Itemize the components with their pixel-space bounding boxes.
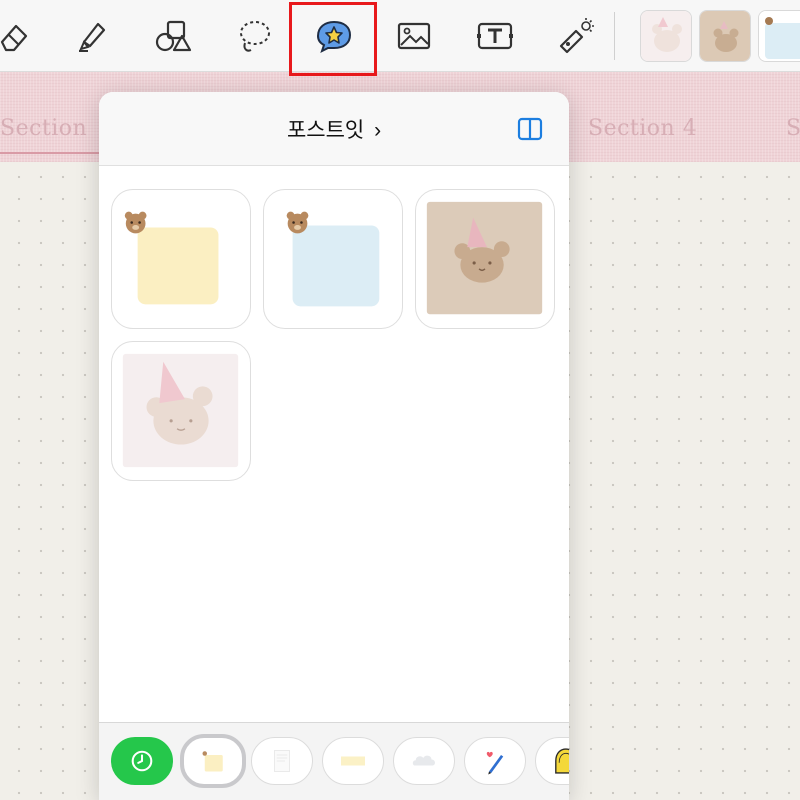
sticker-popover: 포스트잇 › [99,92,569,800]
sticker-bear-party-pink[interactable] [111,341,251,481]
paper-category-button[interactable] [251,737,313,785]
bear-sticker-icon [641,11,691,61]
cloud-category-button[interactable] [393,737,455,785]
section-tab-4[interactable]: Section 4 [588,116,697,141]
split-view-button[interactable] [517,116,543,142]
split-view-icon [517,117,543,141]
paper-icon [274,750,290,772]
shapes-tool[interactable] [148,12,196,60]
sticker-category-bar [99,722,569,800]
tape-category-button[interactable] [322,737,384,785]
note-sticker-icon [759,11,800,61]
popover-header: 포스트잇 › [99,92,569,166]
toolbar [0,0,800,76]
tape-icon [341,756,365,766]
section-tab-5[interactable]: S [786,116,800,141]
clock-icon [131,750,153,772]
eraser-tool[interactable] [0,12,42,60]
postit-category-button[interactable] [180,734,246,788]
category-title: 포스트잇 [286,119,365,142]
yellow-note-bear-sticker [124,211,219,305]
badge-category-button[interactable] [535,737,569,785]
pen-icon [486,751,504,775]
laser-pointer-tool[interactable] [552,12,600,60]
sticker-blue-note-bear[interactable] [263,189,403,329]
lasso-tool[interactable] [229,12,277,60]
image-icon [397,22,431,50]
highlighter-icon [79,22,106,52]
toolbar-divider [614,12,615,60]
recent-category-button[interactable] [111,737,173,785]
section-tab-label[interactable]: Section [0,116,87,141]
text-tool[interactable] [471,12,519,60]
sticker-bear-party-beige[interactable] [415,189,555,329]
highlighter-tool[interactable] [68,12,116,60]
lasso-icon [240,21,270,52]
badge-icon [555,748,569,774]
blue-note-bear-sticker [286,211,380,307]
shapes-icon [155,20,192,52]
recent-sticker-bear-beige[interactable] [699,10,751,62]
category-title-button[interactable]: 포스트잇 › [99,114,569,144]
cloud-icon [412,755,435,766]
bear-party-beige-sticker [426,201,543,315]
bear-sticker-icon [700,11,750,61]
recent-sticker-blue-note[interactable] [758,10,800,62]
image-tool[interactable] [390,12,438,60]
section-active-underline [0,152,100,154]
recent-sticker-bear-pink[interactable] [640,10,692,62]
eraser-icon [0,24,28,52]
selected-tool-highlight [289,2,377,76]
sticker-yellow-note-bear[interactable] [111,189,251,329]
bear-party-pink-sticker [122,353,239,468]
chevron-right-icon: › [374,119,382,142]
laser-pointer-icon [559,18,594,54]
pen-category-button[interactable] [464,737,526,785]
text-icon [477,22,513,50]
note-icon [202,751,223,772]
